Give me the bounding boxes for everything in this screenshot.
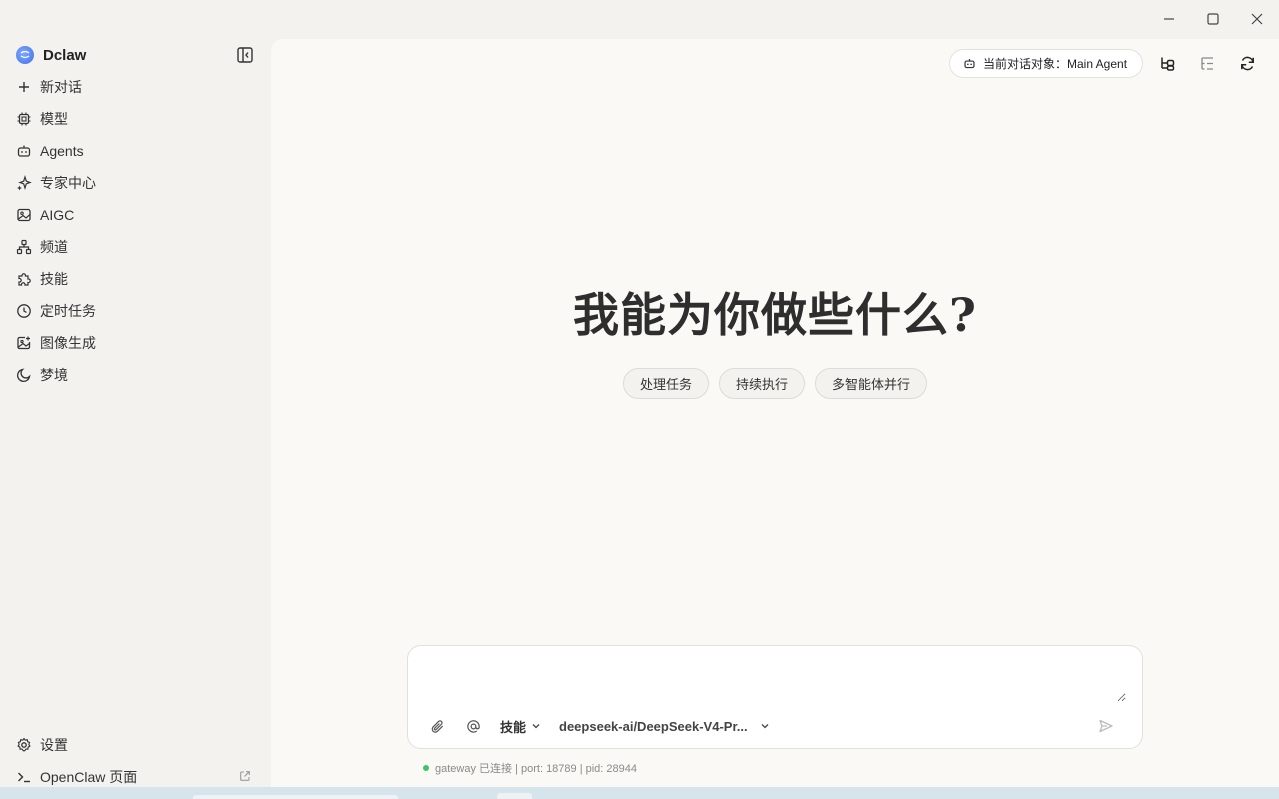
sidebar-item-expert-center[interactable]: 专家中心 [0, 167, 270, 199]
plus-icon [19, 82, 29, 92]
sidebar-item-label: 模型 [40, 111, 68, 127]
external-link-icon[interactable] [239, 770, 251, 782]
send-button[interactable] [1096, 716, 1116, 736]
suggestion-chip[interactable]: 多智能体并行 [815, 368, 928, 399]
minimize-icon [1164, 18, 1174, 20]
puzzle-icon [18, 273, 31, 286]
sidebar-item-image-generation[interactable]: 图像生成 [0, 327, 270, 359]
maximize-icon [1207, 13, 1219, 25]
taskbar-item[interactable] [193, 795, 398, 799]
sidebar-item-new-chat[interactable]: 新对话 [0, 71, 270, 103]
suggestion-chip[interactable]: 处理任务 [622, 368, 709, 399]
model-selector-label: deepseek-ai/DeepSeek-V4-Pr... [559, 718, 748, 734]
model-selector[interactable]: deepseek-ai/DeepSeek-V4-Pr... [559, 719, 771, 734]
sidebar-bottom: 设置 OpenClaw 页面 [0, 729, 270, 793]
maximize-button[interactable] [1191, 0, 1235, 38]
sidebar-item-label: 技能 [40, 271, 68, 287]
skills-dropdown-label: 技能 [500, 719, 527, 735]
network-icon [16, 239, 32, 255]
sidebar-item-label: 设置 [40, 737, 68, 753]
sidebar-item-label: 新对话 [40, 79, 82, 95]
terminal-icon [18, 772, 30, 783]
suggestion-chips: 处理任务 持续执行 多智能体并行 [271, 368, 1279, 399]
message-composer: 技能 deepseek-ai/DeepSeek-V4-Pr... [407, 645, 1143, 749]
refresh-icon [1240, 56, 1254, 70]
sidebar-item-label: OpenClaw 页面 [40, 769, 138, 785]
chevron-down-icon [761, 724, 769, 729]
chat-target-label: 当前对话对象：Main Agent [983, 57, 1128, 71]
suggestion-chip[interactable]: 持续执行 [718, 368, 805, 399]
tree-icon [1160, 57, 1174, 71]
sidebar-nav: 新对话 模型 Agents 专家中心 AIGC 频道 技能 定时任务 图像生成 … [0, 71, 270, 391]
brand-logo-icon [16, 46, 34, 64]
tree-view-button[interactable] [1157, 53, 1177, 73]
brand[interactable]: Dclaw [16, 45, 86, 65]
composer-toolbar: 技能 deepseek-ai/DeepSeek-V4-Pr... [428, 714, 1126, 738]
sidebar-item-label: 梦境 [40, 367, 68, 383]
refresh-button[interactable] [1237, 53, 1257, 73]
paperclip-icon [431, 719, 443, 733]
hero-title: 我能为你做些什么? [573, 288, 977, 342]
attach-button[interactable] [428, 717, 446, 735]
image-icon [17, 208, 31, 222]
moon-icon [16, 368, 31, 383]
sidebar-item-label: 图像生成 [40, 335, 96, 351]
image-plus-icon [17, 336, 31, 350]
sidebar-item-settings[interactable]: 设置 [0, 729, 270, 761]
outline-view-button[interactable] [1197, 53, 1217, 73]
sidebar-collapse-icon [237, 47, 253, 63]
sidebar-item-scheduled-tasks[interactable]: 定时任务 [0, 295, 270, 327]
sidebar-item-dreams[interactable]: 梦境 [0, 359, 270, 391]
at-sign-icon [466, 719, 480, 733]
sidebar: Dclaw 新对话 模型 Agents 专家中心 AIGC 频道 技能 定时任务… [0, 38, 270, 799]
taskbar-item[interactable] [497, 793, 532, 799]
gateway-status: gateway 已连接 | port: 18789 | pid: 28944 [423, 760, 637, 776]
window-controls [1147, 0, 1279, 38]
robot-icon [17, 145, 31, 157]
sparkles-icon [17, 175, 32, 191]
brand-name: Dclaw [43, 46, 87, 64]
gateway-status-text: gateway 已连接 | port: 18789 | pid: 28944 [435, 763, 638, 775]
mention-button[interactable] [464, 717, 482, 735]
robot-icon [964, 59, 975, 69]
status-dot-icon [423, 765, 429, 771]
chevron-down-icon [532, 724, 540, 729]
list-tree-icon [1200, 56, 1213, 70]
sidebar-collapse-button[interactable] [236, 46, 254, 64]
message-input[interactable] [424, 658, 1126, 702]
close-icon [1251, 13, 1263, 25]
sidebar-item-models[interactable]: 模型 [0, 103, 270, 135]
sidebar-item-label: 定时任务 [40, 303, 96, 319]
sidebar-item-label: AIGC [40, 207, 75, 223]
send-icon [1099, 719, 1113, 733]
gear-icon [17, 737, 31, 752]
minimize-button[interactable] [1147, 0, 1191, 38]
sidebar-item-label: 专家中心 [40, 175, 96, 191]
chat-target-selector[interactable]: 当前对话对象：Main Agent [949, 49, 1143, 78]
chip-icon [17, 112, 31, 126]
sidebar-item-label: 频道 [40, 239, 68, 255]
close-button[interactable] [1235, 0, 1279, 38]
sidebar-item-label: Agents [40, 143, 84, 159]
os-taskbar [0, 787, 1279, 799]
sidebar-item-channels[interactable]: 频道 [0, 231, 270, 263]
app-window: Dclaw 新对话 模型 Agents 专家中心 AIGC 频道 技能 定时任务… [0, 0, 1279, 799]
skills-dropdown[interactable]: 技能 [500, 717, 541, 736]
clock-icon [17, 304, 31, 318]
sidebar-item-aigc[interactable]: AIGC [0, 199, 270, 231]
chat-panel: 当前对话对象：Main Agent 我能为你做些什么? 处理任务 持续执行 多智… [271, 39, 1279, 787]
sidebar-item-agents[interactable]: Agents [0, 135, 270, 167]
sidebar-item-skills[interactable]: 技能 [0, 263, 270, 295]
